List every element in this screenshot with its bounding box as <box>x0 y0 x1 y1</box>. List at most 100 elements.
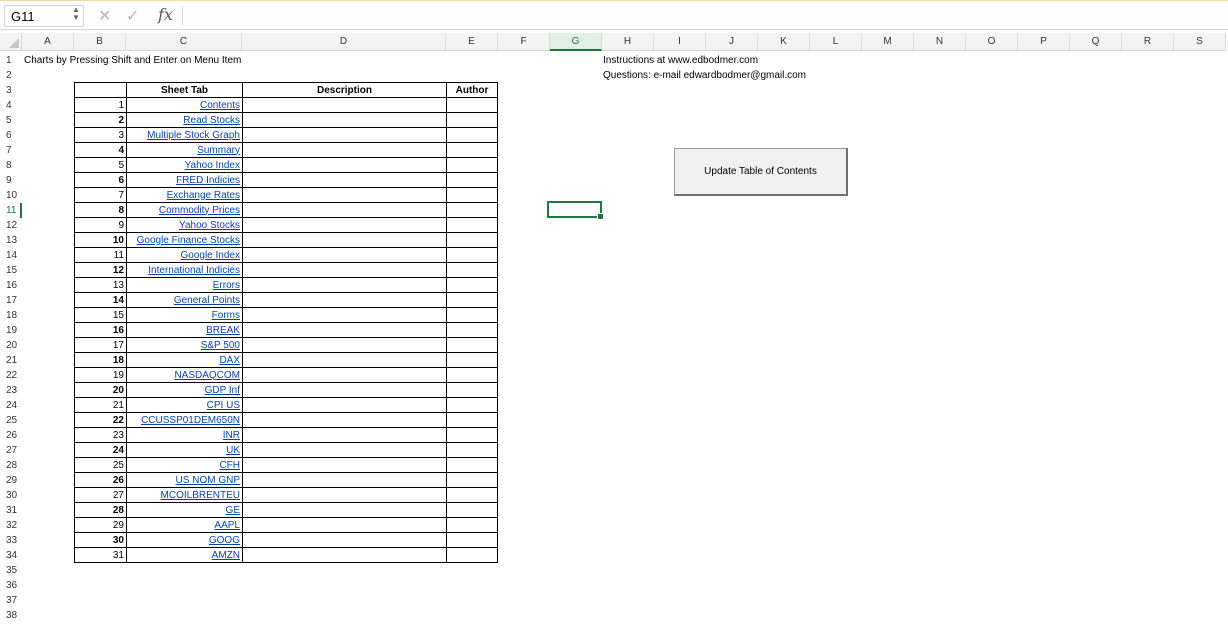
author-cell[interactable] <box>446 517 498 533</box>
row-number-cell[interactable]: 15 <box>74 307 127 323</box>
row-number-cell[interactable]: 18 <box>74 352 127 368</box>
column-header-l[interactable]: L <box>810 33 862 51</box>
header-description[interactable]: Description <box>242 82 447 98</box>
row-header-30[interactable]: 30 <box>0 488 22 503</box>
sheet-tab-link[interactable]: Yahoo Index <box>185 160 240 171</box>
sheet-tab-link[interactable]: Yahoo Stocks <box>179 220 240 231</box>
row-number-cell[interactable]: 13 <box>74 277 127 293</box>
column-header-i[interactable]: I <box>654 33 706 51</box>
description-cell[interactable] <box>242 262 447 278</box>
sheet-tab-link[interactable]: S&P 500 <box>201 340 240 351</box>
row-header-11[interactable]: 11 <box>0 203 22 218</box>
row-header-18[interactable]: 18 <box>0 308 22 323</box>
author-cell[interactable] <box>446 232 498 248</box>
row-number-cell[interactable]: 12 <box>74 262 127 278</box>
column-header-p[interactable]: P <box>1018 33 1070 51</box>
row-header-9[interactable]: 9 <box>0 173 22 188</box>
description-cell[interactable] <box>242 97 447 113</box>
sheet-tab-link[interactable]: GE <box>226 505 240 516</box>
sheet-tab-link[interactable]: FRED Indicies <box>176 175 240 186</box>
row-number-cell[interactable]: 6 <box>74 172 127 188</box>
row-header-2[interactable]: 2 <box>0 68 22 83</box>
row-header-31[interactable]: 31 <box>0 503 22 518</box>
sheet-tab-link[interactable]: GDP Inf <box>205 385 240 396</box>
sheet-tab-link[interactable]: Exchange Rates <box>167 190 240 201</box>
insert-function-icon[interactable]: fx <box>158 5 173 24</box>
column-header-e[interactable]: E <box>446 33 498 51</box>
row-number-cell[interactable]: 17 <box>74 337 127 353</box>
description-cell[interactable] <box>242 202 447 218</box>
row-number-cell[interactable]: 24 <box>74 442 127 458</box>
description-cell[interactable] <box>242 502 447 518</box>
row-header-27[interactable]: 27 <box>0 443 22 458</box>
row-header-16[interactable]: 16 <box>0 278 22 293</box>
row-header-26[interactable]: 26 <box>0 428 22 443</box>
sheet-tab-link[interactable]: CFH <box>219 460 240 471</box>
row-header-38[interactable]: 38 <box>0 608 22 623</box>
name-box-stepper-icon[interactable]: ▲ ▼ <box>72 6 80 22</box>
sheet-tab-link[interactable]: MCOILBRENTEU <box>161 490 240 501</box>
description-cell[interactable] <box>242 457 447 473</box>
description-cell[interactable] <box>242 127 447 143</box>
description-cell[interactable] <box>242 292 447 308</box>
author-cell[interactable] <box>446 97 498 113</box>
row-header-33[interactable]: 33 <box>0 533 22 548</box>
description-cell[interactable] <box>242 232 447 248</box>
row-number-cell[interactable]: 30 <box>74 532 127 548</box>
row-header-4[interactable]: 4 <box>0 98 22 113</box>
column-header-k[interactable]: K <box>758 33 810 51</box>
row-header-23[interactable]: 23 <box>0 383 22 398</box>
author-cell[interactable] <box>446 262 498 278</box>
column-header-n[interactable]: N <box>914 33 966 51</box>
column-header-b[interactable]: B <box>74 33 126 51</box>
sheet-tab-link[interactable]: General Points <box>174 295 240 306</box>
author-cell[interactable] <box>446 367 498 383</box>
sheet-tab-link[interactable]: AMZN <box>212 550 240 561</box>
author-cell[interactable] <box>446 142 498 158</box>
column-header-g[interactable]: G <box>550 33 602 51</box>
row-header-13[interactable]: 13 <box>0 233 22 248</box>
description-cell[interactable] <box>242 112 447 128</box>
description-cell[interactable] <box>242 142 447 158</box>
author-cell[interactable] <box>446 472 498 488</box>
description-cell[interactable] <box>242 397 447 413</box>
row-header-12[interactable]: 12 <box>0 218 22 233</box>
sheet-tab-link[interactable]: Contents <box>200 100 240 111</box>
author-cell[interactable] <box>446 157 498 173</box>
author-cell[interactable] <box>446 277 498 293</box>
row-number-cell[interactable]: 22 <box>74 412 127 428</box>
author-cell[interactable] <box>446 217 498 233</box>
row-header-5[interactable]: 5 <box>0 113 22 128</box>
row-header-20[interactable]: 20 <box>0 338 22 353</box>
row-number-cell[interactable]: 16 <box>74 322 127 338</box>
author-cell[interactable] <box>446 427 498 443</box>
cancel-icon[interactable]: ✕ <box>98 6 111 26</box>
row-header-25[interactable]: 25 <box>0 413 22 428</box>
selected-cell-g11[interactable] <box>547 201 604 220</box>
column-header-s[interactable]: S <box>1174 33 1226 51</box>
sheet-tab-link[interactable]: AAPL <box>214 520 240 531</box>
sheet-tab-link[interactable]: International Indicies <box>148 265 240 276</box>
row-header-1[interactable]: 1 <box>0 53 22 68</box>
description-cell[interactable] <box>242 367 447 383</box>
cell-h2[interactable]: Questions: e-mail edwardbodmer@gmail.com <box>603 70 806 81</box>
row-header-6[interactable]: 6 <box>0 128 22 143</box>
sheet-tab-link[interactable]: UK <box>226 445 240 456</box>
description-cell[interactable] <box>242 217 447 233</box>
column-header-r[interactable]: R <box>1122 33 1174 51</box>
row-number-cell[interactable]: 25 <box>74 457 127 473</box>
author-cell[interactable] <box>446 532 498 548</box>
row-header-8[interactable]: 8 <box>0 158 22 173</box>
row-number-cell[interactable]: 19 <box>74 367 127 383</box>
column-header-o[interactable]: O <box>966 33 1018 51</box>
sheet-tab-link[interactable]: BREAK <box>206 325 240 336</box>
row-number-cell[interactable]: 20 <box>74 382 127 398</box>
column-header-c[interactable]: C <box>126 33 242 51</box>
column-header-j[interactable]: J <box>706 33 758 51</box>
description-cell[interactable] <box>242 532 447 548</box>
row-header-36[interactable]: 36 <box>0 578 22 593</box>
column-header-a[interactable]: A <box>22 33 74 51</box>
author-cell[interactable] <box>446 487 498 503</box>
sheet-tab-link[interactable]: Forms <box>212 310 240 321</box>
header-author[interactable]: Author <box>446 82 498 98</box>
